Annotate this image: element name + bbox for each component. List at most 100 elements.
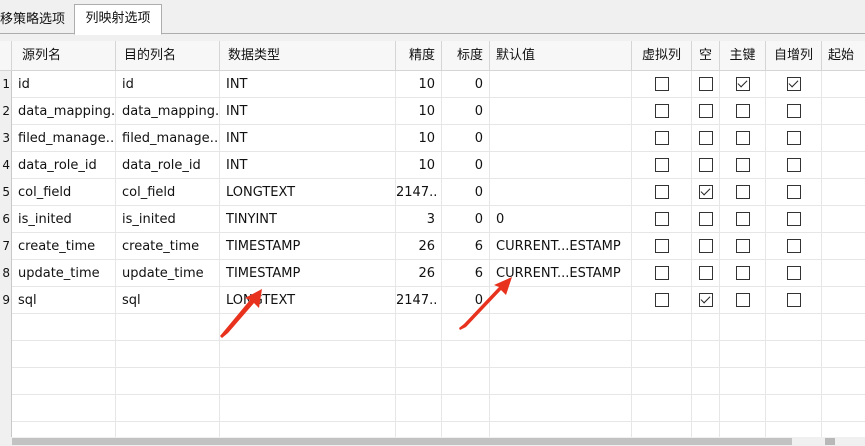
data-type-cell[interactable]: INT (220, 98, 396, 125)
checkbox-unchecked-icon[interactable] (787, 158, 801, 172)
source-column-cell[interactable]: is_inited (12, 206, 116, 233)
target-column-cell[interactable]: data_role_id (116, 152, 220, 179)
checkbox-checked-icon[interactable] (736, 77, 750, 91)
checkbox-unchecked-icon[interactable] (655, 158, 669, 172)
checkbox-checked-icon[interactable] (699, 293, 713, 307)
table-row[interactable]: 2 data_mapping. data_mapping. INT 10 0 (0, 98, 865, 125)
precision-cell[interactable]: 3 (396, 206, 442, 233)
header-virtual[interactable]: 虚拟列 (632, 41, 692, 71)
checkbox-unchecked-icon[interactable] (699, 212, 713, 226)
checkbox-unchecked-icon[interactable] (736, 293, 750, 307)
header-data-type[interactable]: 数据类型 (220, 41, 396, 71)
checkbox-unchecked-icon[interactable] (787, 266, 801, 280)
scale-cell[interactable]: 0 (442, 152, 490, 179)
source-column-cell[interactable]: update_time (12, 260, 116, 287)
scale-cell[interactable]: 6 (442, 233, 490, 260)
precision-cell[interactable]: 10 (396, 71, 442, 98)
target-column-cell[interactable]: id (116, 71, 220, 98)
target-column-cell[interactable]: update_time (116, 260, 220, 287)
table-row[interactable]: 1 id id INT 10 0 (0, 71, 865, 98)
precision-cell[interactable]: 10 (396, 152, 442, 179)
start-cell[interactable] (822, 206, 865, 233)
checkbox-unchecked-icon[interactable] (655, 77, 669, 91)
scrollbar-thumb[interactable] (12, 438, 792, 445)
checkbox-unchecked-icon[interactable] (736, 104, 750, 118)
checkbox-unchecked-icon[interactable] (699, 131, 713, 145)
checkbox-unchecked-icon[interactable] (699, 77, 713, 91)
target-column-cell[interactable]: is_inited (116, 206, 220, 233)
data-type-cell[interactable]: LONGTEXT (220, 179, 396, 206)
default-value-cell[interactable] (490, 98, 632, 125)
table-row[interactable]: 7 create_time create_time TIMESTAMP 26 6 CURRE… (0, 233, 865, 260)
source-column-cell[interactable]: col_field (12, 179, 116, 206)
table-row[interactable]: 8 update_time update_time TIMESTAMP 26 6 CURRE… (0, 260, 865, 287)
checkbox-unchecked-icon[interactable] (655, 239, 669, 253)
header-precision[interactable]: 精度 (396, 41, 442, 71)
checkbox-unchecked-icon[interactable] (736, 212, 750, 226)
table-row[interactable]: 4 data_role_id data_role_id INT 10 0 (0, 152, 865, 179)
source-column-cell[interactable]: data_mapping. (12, 98, 116, 125)
source-column-cell[interactable]: sql (12, 287, 116, 314)
start-cell[interactable] (822, 98, 865, 125)
source-column-cell[interactable]: filed_manage… (12, 125, 116, 152)
source-column-cell[interactable]: id (12, 71, 116, 98)
checkbox-unchecked-icon[interactable] (655, 185, 669, 199)
data-type-cell[interactable]: INT (220, 152, 396, 179)
header-source-column[interactable]: 源列名 (12, 41, 116, 71)
table-row[interactable]: 9 sql sql LONGTEXT 2147.. 0 (0, 287, 865, 314)
start-cell[interactable] (822, 71, 865, 98)
header-nullable[interactable]: 空 (692, 41, 720, 71)
checkbox-unchecked-icon[interactable] (787, 239, 801, 253)
checkbox-unchecked-icon[interactable] (787, 212, 801, 226)
horizontal-scrollbar[interactable] (0, 437, 865, 446)
start-cell[interactable] (822, 125, 865, 152)
table-row[interactable]: 6 is_inited is_inited TINYINT 3 0 0 (0, 206, 865, 233)
checkbox-unchecked-icon[interactable] (655, 131, 669, 145)
default-value-cell[interactable] (490, 125, 632, 152)
precision-cell[interactable]: 2147.. (396, 287, 442, 314)
checkbox-unchecked-icon[interactable] (736, 131, 750, 145)
default-value-cell[interactable]: CURRENT...ESTAMP (490, 233, 632, 260)
target-column-cell[interactable]: create_time (116, 233, 220, 260)
data-type-cell[interactable]: INT (220, 125, 396, 152)
data-type-cell[interactable]: TINYINT (220, 206, 396, 233)
checkbox-unchecked-icon[interactable] (699, 266, 713, 280)
checkbox-unchecked-icon[interactable] (736, 239, 750, 253)
header-target-column[interactable]: 目的列名 (116, 41, 220, 71)
start-cell[interactable] (822, 179, 865, 206)
checkbox-unchecked-icon[interactable] (736, 158, 750, 172)
source-column-cell[interactable]: create_time (12, 233, 116, 260)
tab-column-mapping[interactable]: 列映射选项 (74, 4, 162, 35)
scale-cell[interactable]: 0 (442, 71, 490, 98)
table-row[interactable]: 3 filed_manage… filed_manage… INT 10 0 (0, 125, 865, 152)
checkbox-unchecked-icon[interactable] (655, 266, 669, 280)
checkbox-unchecked-icon[interactable] (787, 185, 801, 199)
start-cell[interactable] (822, 260, 865, 287)
precision-cell[interactable]: 10 (396, 125, 442, 152)
start-cell[interactable] (822, 152, 865, 179)
checkbox-unchecked-icon[interactable] (655, 104, 669, 118)
data-type-cell[interactable]: INT (220, 71, 396, 98)
scale-cell[interactable]: 0 (442, 206, 490, 233)
scrollbar-right-arrow[interactable] (825, 438, 835, 445)
header-default-value[interactable]: 默认值 (490, 41, 632, 71)
checkbox-checked-icon[interactable] (699, 185, 713, 199)
checkbox-unchecked-icon[interactable] (736, 266, 750, 280)
target-column-cell[interactable]: col_field (116, 179, 220, 206)
precision-cell[interactable]: 2147.. (396, 179, 442, 206)
scale-cell[interactable]: 0 (442, 98, 490, 125)
precision-cell[interactable]: 10 (396, 98, 442, 125)
checkbox-unchecked-icon[interactable] (699, 158, 713, 172)
checkbox-unchecked-icon[interactable] (699, 239, 713, 253)
checkbox-unchecked-icon[interactable] (699, 104, 713, 118)
checkbox-unchecked-icon[interactable] (736, 185, 750, 199)
checkbox-unchecked-icon[interactable] (787, 104, 801, 118)
checkbox-unchecked-icon[interactable] (787, 131, 801, 145)
start-cell[interactable] (822, 233, 865, 260)
default-value-cell[interactable] (490, 71, 632, 98)
header-scale[interactable]: 标度 (442, 41, 490, 71)
precision-cell[interactable]: 26 (396, 260, 442, 287)
scale-cell[interactable]: 0 (442, 125, 490, 152)
checkbox-checked-icon[interactable] (787, 77, 801, 91)
checkbox-unchecked-icon[interactable] (655, 212, 669, 226)
